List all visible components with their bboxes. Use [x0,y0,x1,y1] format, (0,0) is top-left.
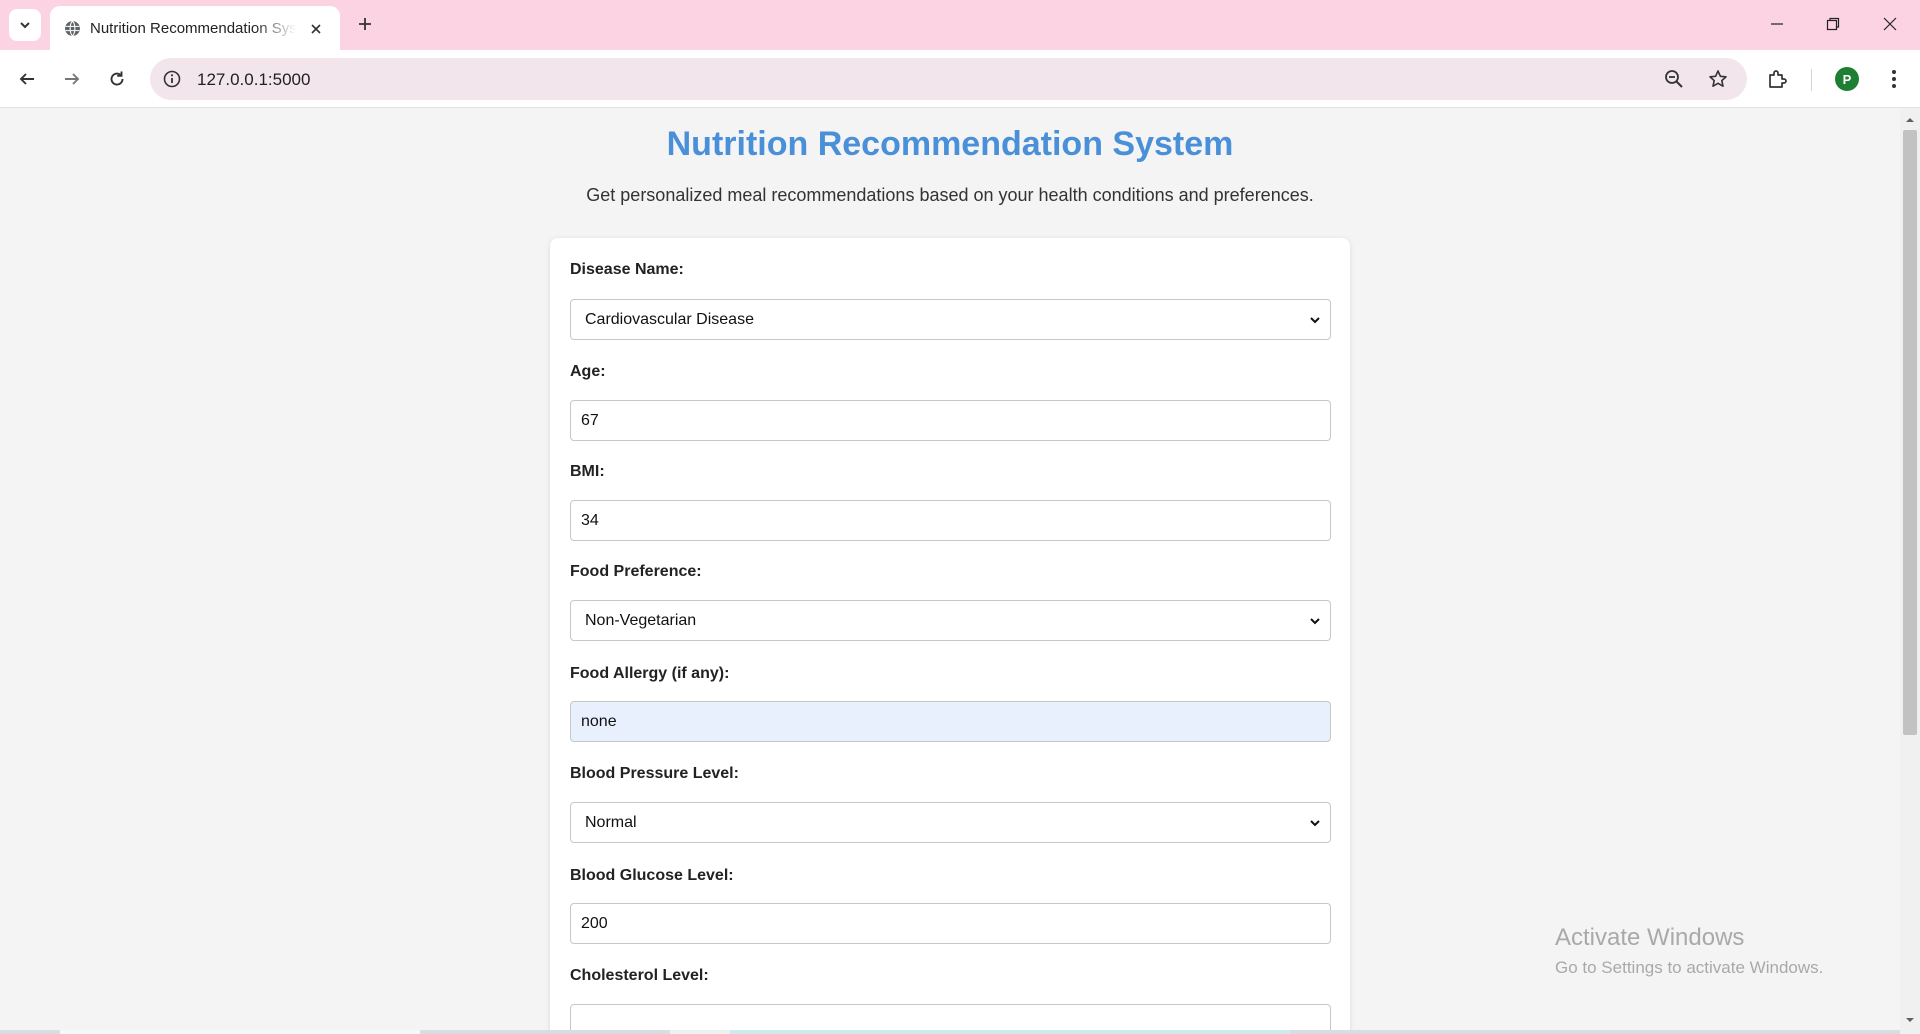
plus-icon [359,18,371,30]
restore-button[interactable] [1813,8,1853,40]
taskbar-segment [60,1030,420,1034]
taskbar-segment [670,1030,730,1034]
reload-button[interactable] [99,61,135,97]
browser-toolbar: 127.0.0.1:5000 P [0,50,1920,108]
recommendation-form: Disease Name: Cardiovascular Disease Age… [550,238,1350,1034]
chevron-down-icon [20,22,30,29]
page-scrollbar[interactable] [1900,108,1920,1034]
chevron-down-icon [1310,317,1320,324]
minimize-button[interactable] [1757,8,1797,40]
cholesterol-label: Cholesterol Level: [570,967,709,984]
chevron-down-icon [1310,820,1320,827]
scroll-up-arrow-icon[interactable] [1904,114,1916,126]
age-input[interactable]: 67 [570,400,1331,441]
age-label: Age: [570,363,606,380]
forward-button[interactable] [54,61,90,97]
bmi-label: BMI: [570,463,605,480]
food-allergy-input[interactable]: none [570,701,1331,742]
scrollbar-thumb[interactable] [1903,130,1917,735]
food-preference-value: Non-Vegetarian [585,611,697,629]
scroll-down-arrow-icon[interactable] [1904,1014,1916,1026]
arrow-right-icon [65,73,80,85]
blood-pressure-value: Normal [585,813,637,831]
arrow-left-icon [19,73,34,85]
page-subtitle: Get personalized meal recommendations ba… [586,185,1314,205]
blood-pressure-label: Blood Pressure Level: [570,765,739,782]
new-tab-button[interactable] [352,11,378,37]
globe-icon [65,20,80,37]
taskbar-segment [730,1030,1290,1034]
tab-close-button[interactable] [306,19,326,39]
info-icon[interactable] [161,68,183,90]
page-viewport: Nutrition Recommendation System Get pers… [0,108,1900,1034]
minimize-icon [1771,23,1783,25]
profile-avatar[interactable]: P [1835,67,1859,91]
bmi-value: 34 [581,511,599,529]
tab-strip: Nutrition Recommendation System [0,0,1920,50]
browser-menu-button[interactable] [1880,65,1908,93]
close-icon [1883,17,1897,31]
puzzle-icon [1769,70,1787,88]
age-value: 67 [581,411,599,429]
tab-list-button[interactable] [9,9,41,41]
close-icon [311,24,321,34]
tab-title: Nutrition Recommendation System [90,20,296,37]
food-preference-label: Food Preference: [570,563,702,580]
blood-glucose-input[interactable]: 200 [570,903,1331,944]
blood-pressure-select[interactable]: Normal [570,802,1331,843]
disease-name-value: Cardiovascular Disease [585,310,754,328]
extensions-button[interactable] [1763,65,1791,93]
zoom-out-icon[interactable] [1662,67,1686,91]
address-bar[interactable]: 127.0.0.1:5000 [150,58,1747,100]
back-button[interactable] [9,61,45,97]
bmi-input[interactable]: 34 [570,500,1331,541]
url-text[interactable]: 127.0.0.1:5000 [197,70,310,90]
activate-windows-watermark: Activate Windows Go to Settings to activ… [1555,924,1823,978]
blood-glucose-value: 200 [581,914,608,932]
restore-icon [1826,17,1840,31]
toolbar-divider [1811,69,1812,91]
food-allergy-label: Food Allergy (if any): [570,665,730,682]
disease-name-label: Disease Name: [570,261,684,278]
watermark-subtitle: Go to Settings to activate Windows. [1555,958,1824,977]
taskbar-edge [0,1030,1900,1034]
chevron-down-icon [1310,618,1320,625]
blood-glucose-label: Blood Glucose Level: [570,867,734,884]
kebab-icon [1892,70,1896,88]
browser-tab[interactable]: Nutrition Recommendation System [50,6,340,50]
star-icon[interactable] [1706,67,1730,91]
food-allergy-value: none [581,712,617,730]
food-preference-select[interactable]: Non-Vegetarian [570,600,1331,641]
disease-name-select[interactable]: Cardiovascular Disease [570,299,1331,340]
watermark-title: Activate Windows [1555,924,1745,951]
reload-icon [110,71,124,86]
page-title: Nutrition Recommendation System [666,125,1234,163]
close-window-button[interactable] [1870,8,1910,40]
